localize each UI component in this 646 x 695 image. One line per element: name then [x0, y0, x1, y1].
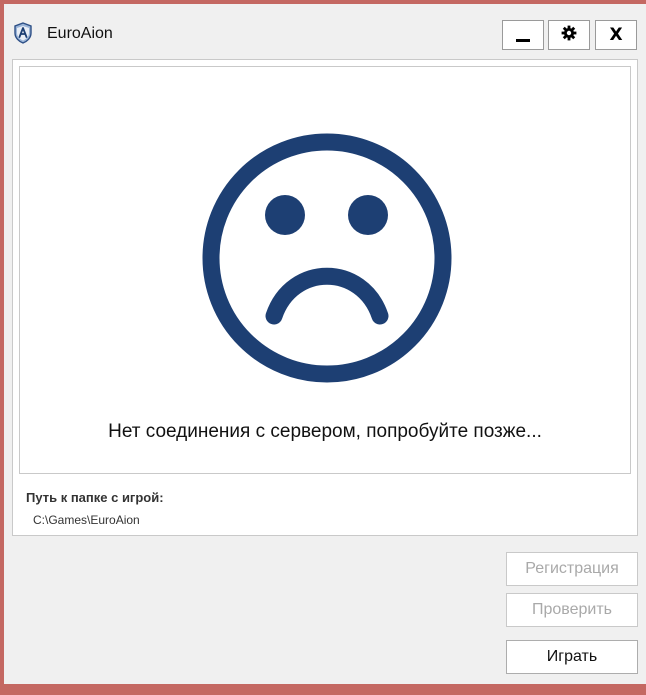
minimize-icon: [516, 38, 530, 42]
verify-button[interactable]: Проверить: [506, 593, 638, 627]
shield-a-icon: [13, 22, 33, 44]
play-button[interactable]: Играть: [506, 640, 638, 674]
game-path-value[interactable]: C:\Games\EuroAion: [33, 513, 140, 527]
gear-icon: [561, 25, 577, 46]
window-title: EuroAion: [47, 25, 113, 42]
status-area: Нет соединения с сервером, попробуйте по…: [19, 66, 631, 474]
launcher-window: EuroAion X Нет соединения с сервером, по…: [4, 4, 646, 684]
content-panel: Нет соединения с сервером, попробуйте по…: [12, 59, 638, 536]
settings-button[interactable]: [548, 20, 590, 50]
minimize-button[interactable]: [502, 20, 544, 50]
register-button[interactable]: Регистрация: [506, 552, 638, 586]
close-button[interactable]: X: [595, 20, 637, 50]
sad-face-icon: [202, 133, 452, 383]
title-bar[interactable]: EuroAion X: [4, 4, 646, 56]
game-path-label: Путь к папке с игрой:: [26, 490, 164, 505]
connection-error-message: Нет соединения с сервером, попробуйте по…: [108, 421, 542, 442]
